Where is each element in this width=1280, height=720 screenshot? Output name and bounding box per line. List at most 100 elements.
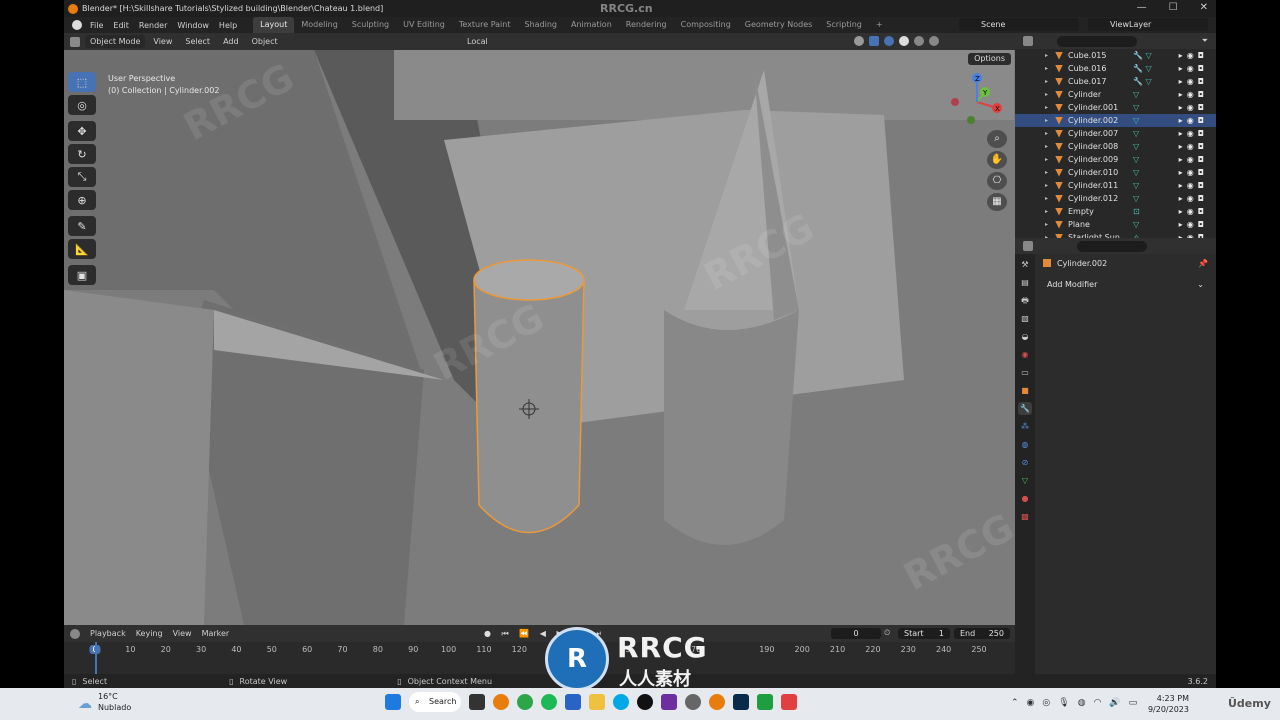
blender-menu-icon[interactable] bbox=[72, 20, 82, 30]
zoom-icon[interactable]: ⌕ bbox=[987, 130, 1007, 148]
modifier-data-icons[interactable]: ▽ bbox=[1133, 142, 1139, 151]
modifier-data-icons[interactable]: 🔧 ▽ bbox=[1133, 64, 1152, 73]
pin-icon[interactable]: 📌 bbox=[1198, 259, 1208, 268]
start-frame-field[interactable]: Start 1 bbox=[898, 628, 950, 639]
modifier-data-icons[interactable]: ⊡ bbox=[1133, 207, 1140, 216]
measure-icon[interactable]: 📐 bbox=[68, 239, 96, 259]
menu-object[interactable]: Object bbox=[247, 35, 283, 48]
tab-uv-editing[interactable]: UV Editing bbox=[396, 17, 452, 33]
visibility-icon[interactable] bbox=[854, 36, 864, 46]
options-button[interactable]: Options bbox=[968, 53, 1011, 65]
task-view-icon[interactable] bbox=[469, 694, 485, 710]
outliner-item[interactable]: ▸ Cube.016 🔧 ▽ ▸◉◘ bbox=[1015, 62, 1216, 75]
transform-icon[interactable]: ⊕ bbox=[68, 190, 96, 210]
expand-arrow-icon[interactable]: ▸ bbox=[1045, 143, 1048, 150]
filter-icon[interactable]: ⏷ bbox=[1202, 36, 1208, 46]
end-frame-field[interactable]: End 250 bbox=[954, 628, 1010, 639]
tool-tab-icon[interactable]: ⚒ bbox=[1018, 258, 1032, 271]
volume-icon[interactable]: 🔊 bbox=[1109, 698, 1120, 708]
outliner-item[interactable]: ▸ Cube.015 🔧 ▽ ▸◉◘ bbox=[1015, 49, 1216, 62]
view-layer-selector[interactable]: ViewLayer bbox=[1088, 18, 1208, 31]
outliner-item[interactable]: ▸ Cylinder ▽ ▸◉◘ bbox=[1015, 88, 1216, 101]
windows-start-icon[interactable] bbox=[385, 694, 401, 710]
scene-selector[interactable]: Scene bbox=[959, 18, 1079, 31]
tab-modeling[interactable]: Modeling bbox=[294, 17, 344, 33]
texture-tab-icon[interactable]: ▩ bbox=[1018, 510, 1032, 523]
modifier-data-icons[interactable]: ▽ bbox=[1133, 103, 1139, 112]
outliner-item[interactable]: ▸ Cylinder.008 ▽ ▸◉◘ bbox=[1015, 140, 1216, 153]
menu-marker[interactable]: Marker bbox=[202, 629, 230, 638]
modifier-data-icons[interactable]: ▽ bbox=[1133, 194, 1139, 203]
expand-arrow-icon[interactable]: ▸ bbox=[1045, 182, 1048, 189]
red-app-icon[interactable] bbox=[781, 694, 797, 710]
taskbar-clock[interactable]: 4:23 PM 9/20/2023 bbox=[1145, 693, 1189, 715]
menu-add[interactable]: Add bbox=[218, 35, 244, 48]
menu-help[interactable]: Help bbox=[219, 21, 237, 30]
properties-editor-icon[interactable] bbox=[1023, 241, 1033, 251]
modifier-data-icons[interactable]: ▽ bbox=[1133, 90, 1139, 99]
menu-window[interactable]: Window bbox=[177, 21, 209, 30]
blender-app-icon[interactable] bbox=[493, 694, 509, 710]
solid-shading-icon[interactable] bbox=[899, 36, 909, 46]
tab-rendering[interactable]: Rendering bbox=[619, 17, 674, 33]
tab-sculpting[interactable]: Sculpting bbox=[345, 17, 396, 33]
visibility-toggles-icon[interactable]: ▸◉◘ bbox=[1179, 168, 1208, 177]
pinterest-icon[interactable] bbox=[637, 694, 653, 710]
expand-arrow-icon[interactable]: ▸ bbox=[1045, 52, 1048, 59]
menu-render[interactable]: Render bbox=[139, 21, 167, 30]
grid-view-icon[interactable]: ▦ bbox=[987, 193, 1007, 211]
visibility-toggles-icon[interactable]: ▸◉◘ bbox=[1179, 116, 1208, 125]
blender-running-icon[interactable] bbox=[709, 694, 725, 710]
visibility-toggles-icon[interactable]: ▸◉◘ bbox=[1179, 181, 1208, 190]
camera-icon[interactable]: ⎔ bbox=[987, 172, 1007, 190]
expand-arrow-icon[interactable]: ▸ bbox=[1045, 208, 1048, 215]
close-button[interactable]: ✕ bbox=[1200, 2, 1208, 13]
move-icon[interactable]: ✥ bbox=[68, 121, 96, 141]
weather-widget[interactable]: 16°C Nublado bbox=[98, 691, 131, 713]
modifier-data-icons[interactable]: ▽ bbox=[1133, 129, 1139, 138]
tab-texture-paint[interactable]: Texture Paint bbox=[452, 17, 518, 33]
properties-search-input[interactable] bbox=[1077, 240, 1147, 252]
scale-icon[interactable]: ⤡ bbox=[68, 167, 96, 187]
outliner-display-icon[interactable] bbox=[1023, 36, 1033, 46]
taskbar-search[interactable]: ⌕ Search bbox=[409, 692, 461, 712]
expand-arrow-icon[interactable]: ▸ bbox=[1045, 91, 1048, 98]
chrome-icon[interactable] bbox=[517, 694, 533, 710]
microphone-icon[interactable]: 🎙 bbox=[1058, 698, 1069, 708]
modifier-tab-icon[interactable]: 🔧 bbox=[1018, 402, 1032, 415]
visibility-toggles-icon[interactable]: ▸◉◘ bbox=[1179, 77, 1208, 86]
chevron-up-icon[interactable]: ⌃ bbox=[1011, 698, 1019, 708]
visibility-toggles-icon[interactable]: ▸◉◘ bbox=[1179, 129, 1208, 138]
rendered-shading-icon[interactable] bbox=[929, 36, 939, 46]
world-tab-icon[interactable]: ◉ bbox=[1018, 348, 1032, 361]
menu-edit[interactable]: Edit bbox=[113, 21, 129, 30]
photoshop-icon[interactable] bbox=[733, 694, 749, 710]
modifier-data-icons[interactable]: ▽ bbox=[1133, 181, 1139, 190]
modifier-data-icons[interactable]: ▽ bbox=[1133, 220, 1139, 229]
store-icon[interactable] bbox=[565, 694, 581, 710]
expand-arrow-icon[interactable]: ▸ bbox=[1045, 195, 1048, 202]
expand-arrow-icon[interactable]: ▸ bbox=[1045, 169, 1048, 176]
skype-icon[interactable] bbox=[613, 694, 629, 710]
menu-view[interactable]: View bbox=[148, 35, 177, 48]
tab-geometry-nodes[interactable]: Geometry Nodes bbox=[738, 17, 819, 33]
outliner-item[interactable]: ▸ Plane ▽ ▸◉◘ bbox=[1015, 218, 1216, 231]
timeline-editor-icon[interactable] bbox=[70, 628, 80, 639]
select-box-icon[interactable]: ⬚ bbox=[68, 72, 96, 92]
menu-timeline-view[interactable]: View bbox=[173, 629, 192, 638]
3d-viewport[interactable]: User Perspective (0) Collection | Cylind… bbox=[64, 50, 1015, 625]
expand-arrow-icon[interactable]: ▸ bbox=[1045, 104, 1048, 111]
visibility-toggles-icon[interactable]: ▸◉◘ bbox=[1179, 207, 1208, 216]
outliner-item[interactable]: ▸ Starlight Sun ✧ ▸◉◘ bbox=[1015, 231, 1216, 238]
material-tab-icon[interactable]: ● bbox=[1018, 492, 1032, 505]
language-icon[interactable]: ◍ bbox=[1078, 698, 1086, 708]
menu-file[interactable]: File bbox=[90, 21, 103, 30]
file-explorer-icon[interactable] bbox=[589, 694, 605, 710]
visibility-toggles-icon[interactable]: ▸◉◘ bbox=[1179, 142, 1208, 151]
outliner-item[interactable]: ▸ Cylinder.011 ▽ ▸◉◘ bbox=[1015, 179, 1216, 192]
mode-selector[interactable]: Object Mode bbox=[85, 35, 146, 48]
object-tab-icon[interactable]: ■ bbox=[1018, 384, 1032, 397]
expand-arrow-icon[interactable]: ▸ bbox=[1045, 65, 1048, 72]
tab-compositing[interactable]: Compositing bbox=[674, 17, 738, 33]
outliner-search-input[interactable] bbox=[1057, 35, 1137, 47]
